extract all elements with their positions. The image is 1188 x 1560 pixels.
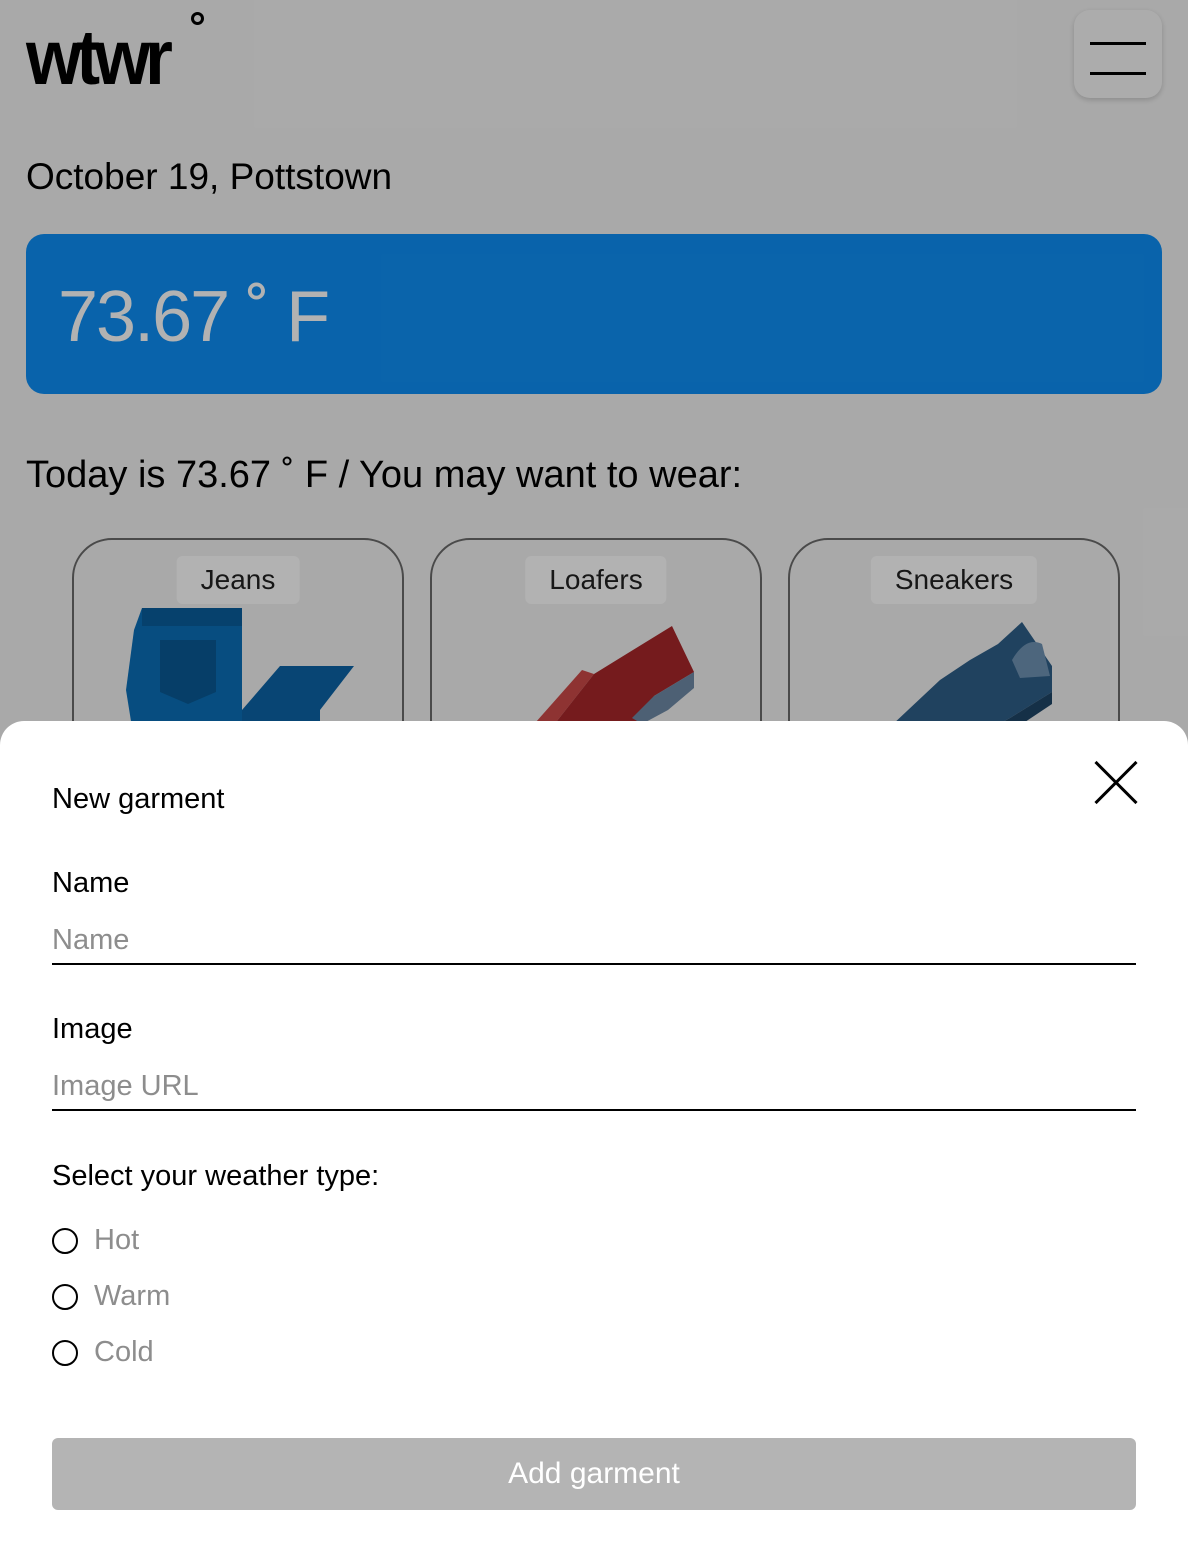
new-garment-modal: New garment Name Image Select your weath… (0, 721, 1188, 1560)
name-input[interactable] (52, 917, 1136, 965)
radio-option-cold[interactable]: Cold (52, 1336, 352, 1370)
close-button[interactable] (1092, 759, 1140, 807)
radio-option-hot[interactable]: Hot (52, 1224, 352, 1258)
radio-label[interactable]: Cold (94, 1336, 154, 1369)
radio-label[interactable]: Warm (94, 1280, 170, 1313)
radio-option-warm[interactable]: Warm (52, 1280, 352, 1314)
image-label: Image (52, 1013, 133, 1045)
image-url-input[interactable] (52, 1063, 1136, 1111)
add-garment-button[interactable]: Add garment (52, 1438, 1136, 1510)
radio-label[interactable]: Hot (94, 1224, 139, 1257)
radio-button[interactable] (52, 1340, 78, 1366)
name-label: Name (52, 867, 130, 899)
weather-type-heading: Select your weather type: (52, 1160, 380, 1192)
modal-title: New garment (52, 783, 225, 815)
radio-button[interactable] (52, 1228, 78, 1254)
radio-button[interactable] (52, 1284, 78, 1310)
